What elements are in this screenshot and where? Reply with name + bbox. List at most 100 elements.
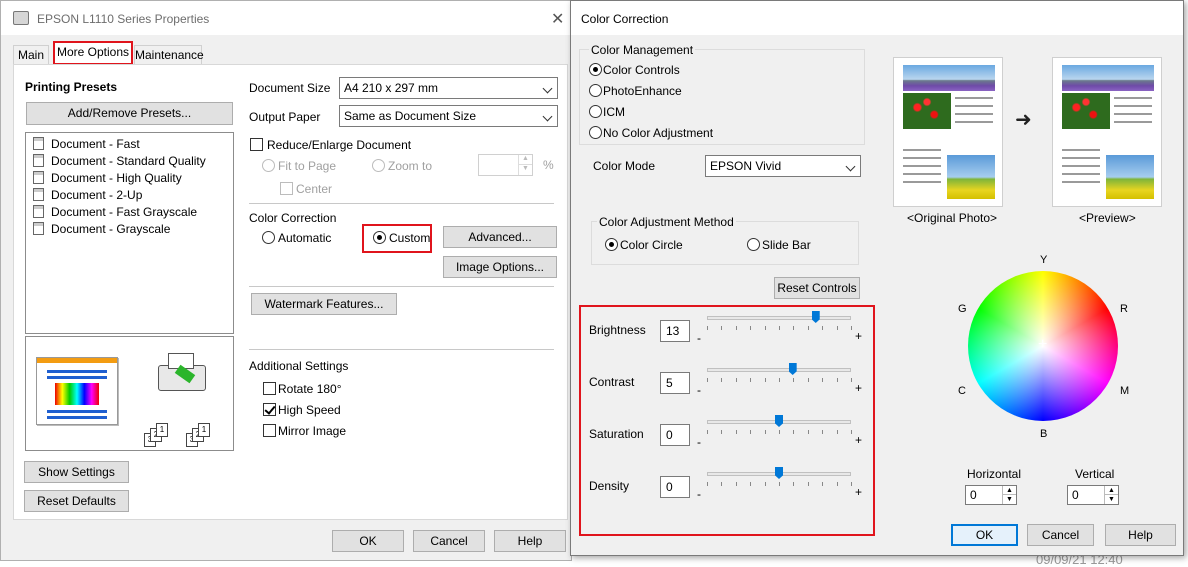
- slider-track[interactable]: [707, 368, 851, 372]
- rotate-180-checkbox[interactable]: [263, 382, 276, 395]
- text-line: [903, 157, 941, 159]
- preset-label: Document - Fast: [51, 137, 140, 151]
- slider-tick: [808, 326, 809, 330]
- text-line: [1114, 121, 1152, 123]
- preview-photo-thumbnail: [1052, 57, 1162, 207]
- image-options-button[interactable]: Image Options...: [443, 256, 557, 278]
- horizontal-spinner[interactable]: 0 ▲ ▼: [965, 485, 1017, 505]
- title-bar[interactable]: Color Correction: [571, 1, 1183, 35]
- color-circle-radio[interactable]: [605, 238, 618, 251]
- spin-up-icon[interactable]: ▲: [1104, 486, 1118, 495]
- title-bar[interactable]: EPSON L1110 Series Properties ✕: [1, 1, 571, 35]
- slider-tick: [851, 326, 852, 330]
- zoom-to-radio[interactable]: [372, 159, 385, 172]
- slider-tick: [707, 430, 708, 434]
- printer-icon: [13, 11, 29, 25]
- slider-tick: [808, 378, 809, 382]
- vertical-spinner[interactable]: 0 ▲ ▼: [1067, 485, 1119, 505]
- photo-image: [903, 93, 951, 129]
- tab-panel: Printing Presets Add/Remove Presets... D…: [13, 64, 568, 520]
- center-label: Center: [296, 182, 333, 196]
- text-line: [1062, 149, 1100, 151]
- slider-value-input[interactable]: 0: [660, 424, 690, 446]
- slider-tick: [765, 430, 766, 434]
- wheel-label-r: R: [1120, 303, 1128, 315]
- document-size-select[interactable]: A4 210 x 297 mm: [339, 77, 558, 99]
- cancel-button[interactable]: Cancel: [1027, 524, 1094, 546]
- slider-value-input[interactable]: 0: [660, 476, 690, 498]
- zoom-percent-input[interactable]: ▲ ▼: [478, 154, 533, 176]
- add-remove-presets-button[interactable]: Add/Remove Presets...: [26, 102, 233, 125]
- reduce-enlarge-checkbox[interactable]: [250, 138, 263, 151]
- color-management-radio[interactable]: [589, 84, 602, 97]
- slider-label: Brightness: [589, 323, 646, 337]
- ok-button[interactable]: OK: [951, 524, 1018, 546]
- printer-properties-window: EPSON L1110 Series Properties ✕ Main Mor…: [0, 0, 572, 561]
- fit-to-page-radio[interactable]: [262, 159, 275, 172]
- color-management-option-label: PhotoEnhance: [603, 84, 682, 98]
- document-icon: [33, 188, 44, 201]
- custom-radio[interactable]: [373, 231, 386, 244]
- output-paper-select[interactable]: Same as Document Size: [339, 105, 558, 127]
- preset-label: Document - High Quality: [51, 171, 182, 185]
- output-paper-label: Output Paper: [249, 110, 321, 124]
- slider-value-input[interactable]: 5: [660, 372, 690, 394]
- preset-label: Document - Fast Grayscale: [51, 205, 198, 219]
- spin-down-icon[interactable]: ▼: [1002, 495, 1016, 504]
- text-line: [955, 105, 993, 107]
- preview-label: <Preview>: [1079, 211, 1136, 225]
- spin-down-icon[interactable]: ▼: [1104, 495, 1118, 504]
- horizontal-label: Horizontal: [967, 467, 1022, 481]
- slider-minus-label: -: [697, 487, 701, 501]
- color-mode-select[interactable]: EPSON Vivid: [705, 155, 861, 177]
- color-management-option-label: ICM: [603, 105, 625, 119]
- slider-tick: [793, 326, 794, 330]
- slider-tick: [837, 378, 838, 382]
- color-management-radio[interactable]: [589, 126, 602, 139]
- advanced-button[interactable]: Advanced...: [443, 226, 557, 248]
- slider-tick: [721, 430, 722, 434]
- slider-track[interactable]: [707, 316, 851, 320]
- document-icon: [33, 205, 44, 218]
- high-speed-checkbox[interactable]: [263, 403, 276, 416]
- wheel-label-g: G: [958, 303, 967, 315]
- output-paper-value: Same as Document Size: [344, 109, 477, 123]
- rotate-180-label: Rotate 180°: [278, 382, 342, 396]
- color-mode-value: EPSON Vivid: [710, 159, 782, 173]
- text-line: [1114, 97, 1152, 99]
- watermark-features-button[interactable]: Watermark Features...: [251, 293, 397, 315]
- wheel-center-crosshair-icon: +: [1038, 336, 1048, 353]
- text-line: [903, 149, 941, 151]
- tab-main[interactable]: Main: [13, 45, 49, 66]
- vertical-label: Vertical: [1075, 467, 1115, 481]
- help-button[interactable]: Help: [494, 530, 566, 552]
- divider: [249, 286, 554, 287]
- tab-more-options[interactable]: More Options: [53, 41, 133, 65]
- reset-controls-button[interactable]: Reset Controls: [774, 277, 860, 299]
- spin-up-icon[interactable]: ▲: [1002, 486, 1016, 495]
- slider-tick: [851, 378, 852, 382]
- color-management-radio[interactable]: [589, 105, 602, 118]
- ok-button[interactable]: OK: [332, 530, 404, 552]
- center-checkbox[interactable]: [280, 182, 293, 195]
- slide-bar-radio[interactable]: [747, 238, 760, 251]
- reset-defaults-button[interactable]: Reset Defaults: [24, 490, 129, 512]
- window-title: EPSON L1110 Series Properties: [37, 12, 210, 26]
- automatic-radio[interactable]: [262, 231, 275, 244]
- slider-tick: [765, 482, 766, 486]
- show-settings-button[interactable]: Show Settings: [24, 461, 129, 483]
- tab-maintenance[interactable]: Maintenance: [134, 45, 204, 66]
- mirror-image-checkbox[interactable]: [263, 424, 276, 437]
- document-icon: [33, 137, 44, 150]
- slider-value-input[interactable]: 13: [660, 320, 690, 342]
- high-speed-label: High Speed: [278, 403, 341, 417]
- close-icon[interactable]: ✕: [551, 9, 564, 29]
- help-button[interactable]: Help: [1105, 524, 1176, 546]
- stacked-page-icon: 1: [156, 423, 168, 437]
- slider-tick: [750, 482, 751, 486]
- cancel-button[interactable]: Cancel: [413, 530, 485, 552]
- text-line: [955, 113, 993, 115]
- color-management-radio[interactable]: [589, 63, 602, 76]
- slider-tick: [707, 326, 708, 330]
- color-mode-label: Color Mode: [593, 159, 656, 173]
